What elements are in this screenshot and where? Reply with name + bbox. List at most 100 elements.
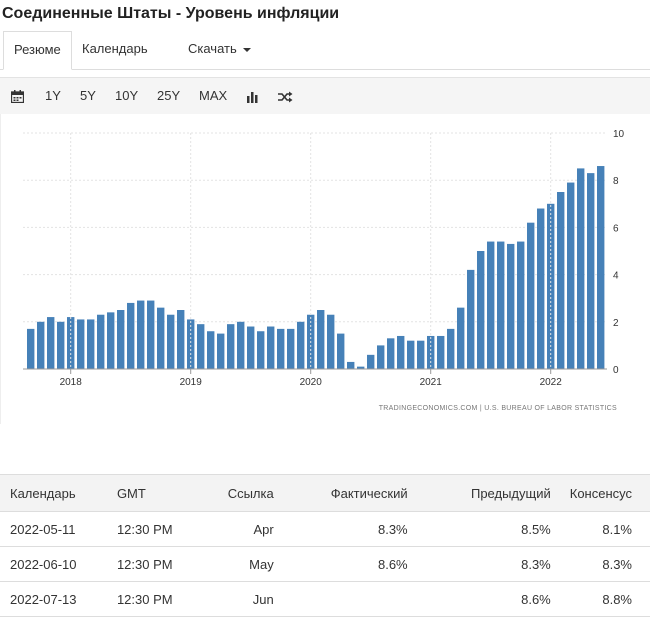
bar [57,321,65,369]
bar [127,302,135,369]
bar [477,251,485,369]
bar [507,243,515,369]
bar [347,361,355,369]
cell-previous: 8.6% [425,581,569,617]
bar [427,335,435,369]
y-tick-label: 4 [613,271,619,282]
x-tick-label: 2019 [180,377,203,388]
range-25y-button[interactable]: 25Y [157,78,180,114]
bar [167,314,175,369]
y-tick-label: 8 [613,176,619,187]
page-title: Соединенные Штаты - Уровень инфляции [2,5,340,22]
bar [47,317,55,369]
bar [527,222,535,369]
cell-date: 2022-06-10 [0,546,107,582]
bar [497,241,505,369]
bar [337,333,345,369]
header-calendar: Календарь [0,474,107,512]
cell-gmt: 12:30 PM [106,581,193,617]
cell-consensus: 8.1% [568,511,650,547]
bar [517,241,525,369]
header-consensus: Консенсус [568,474,650,512]
range-5y-button[interactable]: 5Y [80,78,96,114]
bar-chart-icon[interactable] [246,78,259,114]
tab-summary-label: Резюме [14,42,61,57]
x-tick-label: 2020 [300,377,323,388]
y-tick-label: 10 [613,129,625,140]
bar [137,300,145,369]
chart-toolbar: 1Y 5Y 10Y 25Y MAX [0,77,650,115]
bar [267,326,275,369]
bar [147,300,155,369]
cell-previous: 8.3% [425,546,569,582]
bar [327,314,335,369]
cell-reference: Apr [192,511,292,547]
bar [397,335,405,369]
tab-calendar-label: Календарь [82,41,148,56]
cell-date: 2022-05-11 [0,511,107,547]
bar [557,192,565,369]
cell-consensus: 8.3% [568,546,650,582]
bar [217,333,225,369]
range-1y-button[interactable]: 1Y [45,78,61,114]
bar [467,269,475,369]
bar [157,307,165,369]
table-row: 2022-05-11 12:30 PM Apr 8.3% 8.5% 8.1% [0,511,650,547]
y-tick-label: 6 [613,223,619,234]
bar [367,354,375,369]
bar [257,331,265,369]
y-tick-label: 0 [613,365,619,376]
bar [387,338,395,369]
bar [97,314,105,369]
bar [537,208,545,369]
cell-consensus: 8.8% [568,581,650,617]
cell-actual: 8.3% [291,511,426,547]
header-reference: Ссылка [192,474,292,512]
bar [207,331,215,369]
bar [407,340,415,369]
cell-gmt: 12:30 PM [106,546,193,582]
tab-summary[interactable]: Резюме [3,31,72,70]
bar [117,310,125,369]
tab-download[interactable]: Скачать [188,31,251,68]
bar [227,324,235,369]
chevron-down-icon [242,47,251,52]
range-10y-button[interactable]: 10Y [115,78,138,114]
bar [377,345,385,369]
bar [107,312,115,369]
calendar-table: Календарь GMT Ссылка Фактический Предыду… [0,474,650,617]
shuffle-icon[interactable] [278,78,293,114]
bar [437,335,445,369]
bar [567,182,575,369]
table-row: 2022-06-10 12:30 PM May 8.6% 8.3% 8.3% [0,546,650,582]
header-actual: Фактический [291,474,426,512]
cell-gmt: 12:30 PM [106,511,193,547]
bar [587,173,595,369]
bar [297,321,305,369]
bar [417,340,425,369]
bar [87,319,95,369]
inflation-bar-chart: 0 2 4 6 8 10 2018 2019 2020 2021 2022 TRADINGECONOM… [23,129,625,412]
bar [577,168,585,369]
header-gmt: GMT [106,474,193,512]
bar [447,328,455,369]
tab-calendar[interactable]: Календарь [82,31,148,68]
bar [237,321,245,369]
range-max-button[interactable]: MAX [199,78,227,114]
bar [247,326,255,369]
x-tick-label: 2018 [60,377,83,388]
tab-download-label: Скачать [188,41,237,56]
bar [37,321,45,369]
bar [27,328,35,369]
bar [597,166,605,369]
y-tick-label: 2 [613,318,619,329]
header-previous: Предыдущий [425,474,569,512]
bar [287,328,295,369]
calendar-icon[interactable] [10,78,25,114]
bar [277,328,285,369]
x-tick-label: 2021 [420,377,443,388]
bar [487,241,495,369]
bar [197,324,205,369]
chart-source-label: TRADINGECONOMICS.COM | U.S. BUREAU OF LA… [379,405,617,412]
table-header-row: Календарь GMT Ссылка Фактический Предыду… [0,474,650,512]
